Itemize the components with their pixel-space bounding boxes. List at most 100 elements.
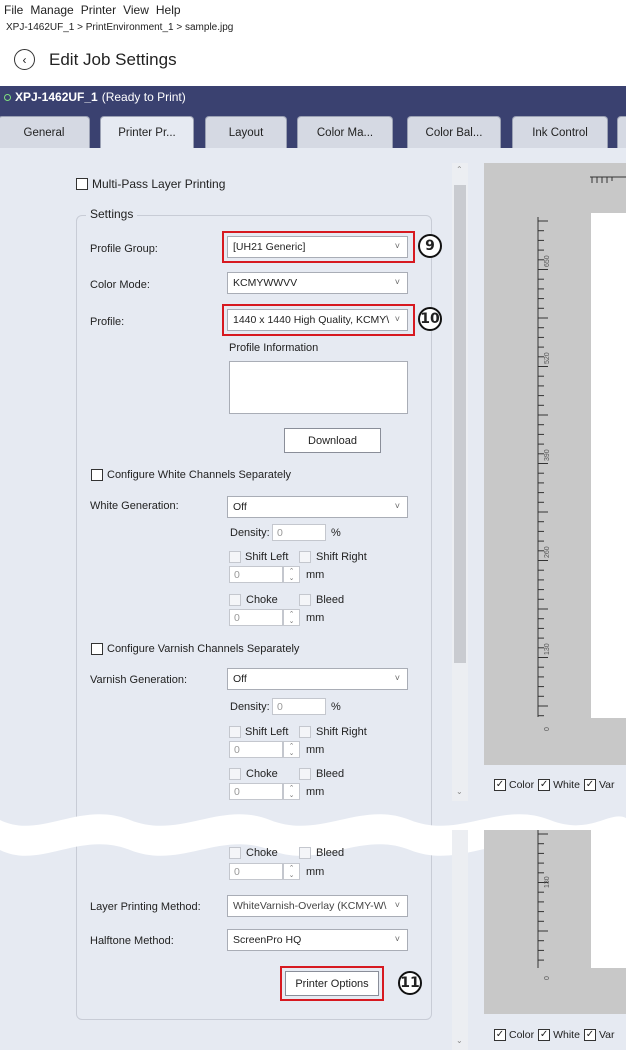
- white-shift-right-checkbox[interactable]: [299, 551, 311, 563]
- settings-legend: Settings: [86, 207, 138, 221]
- printer-name: XPJ-1462UF_1: [15, 90, 98, 104]
- tab-layout[interactable]: Layout: [205, 116, 287, 148]
- page-title: Edit Job Settings: [49, 49, 177, 69]
- back-arrow-icon[interactable]: ‹: [14, 49, 35, 70]
- lower-choke-input[interactable]: 0: [229, 863, 283, 880]
- profile-label: Profile:: [90, 316, 125, 328]
- white-choke-input[interactable]: 0: [229, 609, 283, 626]
- varnish-bleed-label: Bleed: [316, 768, 345, 780]
- left-panel-scrollbar-lower[interactable]: ⌄: [452, 830, 468, 1050]
- configure-varnish-checkbox[interactable]: [91, 643, 103, 655]
- varnish-choke-label: Choke: [246, 768, 278, 780]
- ruler-label-260: 260: [544, 546, 551, 558]
- color-mode-value: KCMYWWVV: [233, 277, 298, 289]
- multipass-checkbox[interactable]: [76, 178, 88, 190]
- tab-color-management[interactable]: Color Ma...: [297, 116, 393, 148]
- configure-varnish-label: Configure Varnish Channels Separately: [107, 643, 300, 655]
- color-mode-select[interactable]: KCMYWWVV ˅: [227, 272, 408, 294]
- download-button[interactable]: Download: [284, 428, 381, 453]
- lower-choke-unit: mm: [306, 866, 325, 878]
- check-icon[interactable]: ✓: [494, 1029, 506, 1041]
- check-icon[interactable]: ✓: [538, 1029, 551, 1041]
- halftone-select[interactable]: ScreenPro HQ ˅: [227, 929, 408, 951]
- varnish-generation-value: Off: [233, 673, 247, 685]
- white-shift-unit: mm: [306, 569, 325, 581]
- printer-status-bar: XPJ-1462UF_1 (Ready to Print): [0, 86, 626, 108]
- varnish-generation-label: Varnish Generation:: [90, 674, 188, 686]
- scroll-up-icon[interactable]: ⌃: [456, 165, 463, 174]
- check-icon[interactable]: ✓: [583, 779, 596, 791]
- lower-choke-checkbox[interactable]: [229, 847, 241, 859]
- white-shift-left-checkbox[interactable]: [229, 551, 241, 563]
- print-preview[interactable]: 650 520 390 260 130 0: [484, 163, 626, 765]
- white-choke-unit: mm: [306, 612, 325, 624]
- menu-manage[interactable]: Manage: [30, 3, 73, 17]
- ruler-label-0: 0: [544, 976, 551, 980]
- white-bleed-checkbox[interactable]: [299, 594, 311, 606]
- spinner-arrows-icon[interactable]: ⌃ ⌄: [283, 566, 300, 583]
- white-shift-input[interactable]: 0: [229, 566, 283, 583]
- menu-file[interactable]: File: [4, 3, 23, 17]
- varnish-bleed-checkbox[interactable]: [299, 768, 311, 780]
- varnish-shift-right-checkbox[interactable]: [299, 726, 311, 738]
- toggle-color-label: Color: [509, 779, 535, 791]
- varnish-density-input[interactable]: 0: [272, 698, 326, 715]
- menu-printer[interactable]: Printer: [81, 3, 116, 17]
- white-choke-checkbox[interactable]: [229, 594, 241, 606]
- spinner-arrows-icon[interactable]: ⌃ ⌄: [283, 783, 300, 800]
- varnish-choke-unit: mm: [306, 786, 325, 798]
- highlight-box: [222, 231, 415, 263]
- white-density-input[interactable]: 0: [272, 524, 326, 541]
- ruler-label-390: 390: [544, 449, 551, 461]
- halftone-value: ScreenPro HQ: [233, 934, 302, 946]
- check-icon[interactable]: ✓: [494, 779, 506, 791]
- varnish-shift-left-label: Shift Left: [245, 726, 289, 738]
- varnish-density-label: Density:: [230, 701, 270, 713]
- left-panel-scrollbar[interactable]: ⌃ ⌄: [452, 163, 468, 801]
- ruler-label-130: 130: [544, 643, 551, 655]
- varnish-shift-left-checkbox[interactable]: [229, 726, 241, 738]
- white-shift-right-label: Shift Right: [316, 551, 367, 563]
- white-generation-select[interactable]: Off ˅: [227, 496, 408, 518]
- varnish-choke-input[interactable]: 0: [229, 783, 283, 800]
- menu-view[interactable]: View: [123, 3, 149, 17]
- menu-help[interactable]: Help: [156, 3, 181, 17]
- print-preview-lower[interactable]: 130 0: [484, 830, 626, 1014]
- chevron-down-icon: ˅: [394, 673, 400, 683]
- check-icon[interactable]: ✓: [538, 779, 551, 791]
- ruler-label-0: 0: [544, 727, 551, 731]
- callout-10: 10: [418, 307, 442, 331]
- tab-printer-properties[interactable]: Printer Pr...: [100, 116, 194, 149]
- varnish-shift-unit: mm: [306, 744, 325, 756]
- tab-more[interactable]: [617, 116, 626, 148]
- white-density-label: Density:: [230, 527, 270, 539]
- chevron-down-icon: ˅: [394, 501, 400, 511]
- scroll-down-icon[interactable]: ⌄: [456, 1036, 463, 1045]
- scrollbar-thumb[interactable]: [454, 185, 466, 663]
- preview-ruler-lower: [537, 830, 548, 968]
- tab-color-balance[interactable]: Color Bal...: [407, 116, 501, 148]
- preview-toggle-bar: ✓ Color ✓ White ✓ Var: [490, 779, 615, 791]
- title-row: ‹ Edit Job Settings: [8, 49, 177, 70]
- chevron-down-icon: ˅: [394, 934, 400, 944]
- printer-status: (Ready to Print): [101, 90, 186, 104]
- ruler-label-650: 650: [544, 255, 551, 267]
- breadcrumb[interactable]: XPJ-1462UF_1 > PrintEnvironment_1 > samp…: [6, 22, 233, 33]
- scroll-down-icon[interactable]: ⌄: [456, 787, 463, 796]
- tab-ink-control[interactable]: Ink Control: [512, 116, 608, 148]
- spinner-arrows-icon[interactable]: ⌃ ⌄: [283, 609, 300, 626]
- profile-info-box[interactable]: [229, 361, 408, 414]
- check-icon[interactable]: ✓: [583, 1029, 596, 1041]
- configure-white-checkbox[interactable]: [91, 469, 103, 481]
- layer-method-select[interactable]: WhiteVarnish-Overlay (KCMY-W\ ˅: [227, 895, 408, 917]
- varnish-choke-checkbox[interactable]: [229, 768, 241, 780]
- halftone-label: Halftone Method:: [90, 935, 174, 947]
- preview-toggle-bar-lower: ✓ Color ✓ White ✓ Var: [490, 1029, 615, 1041]
- varnish-generation-select[interactable]: Off ˅: [227, 668, 408, 690]
- lower-bleed-checkbox[interactable]: [299, 847, 311, 859]
- spinner-arrows-icon[interactable]: ⌃ ⌄: [283, 863, 300, 880]
- varnish-shift-input[interactable]: 0: [229, 741, 283, 758]
- toggle-white-label: White: [553, 779, 580, 791]
- spinner-arrows-icon[interactable]: ⌃ ⌄: [283, 741, 300, 758]
- tab-general[interactable]: General: [0, 116, 90, 148]
